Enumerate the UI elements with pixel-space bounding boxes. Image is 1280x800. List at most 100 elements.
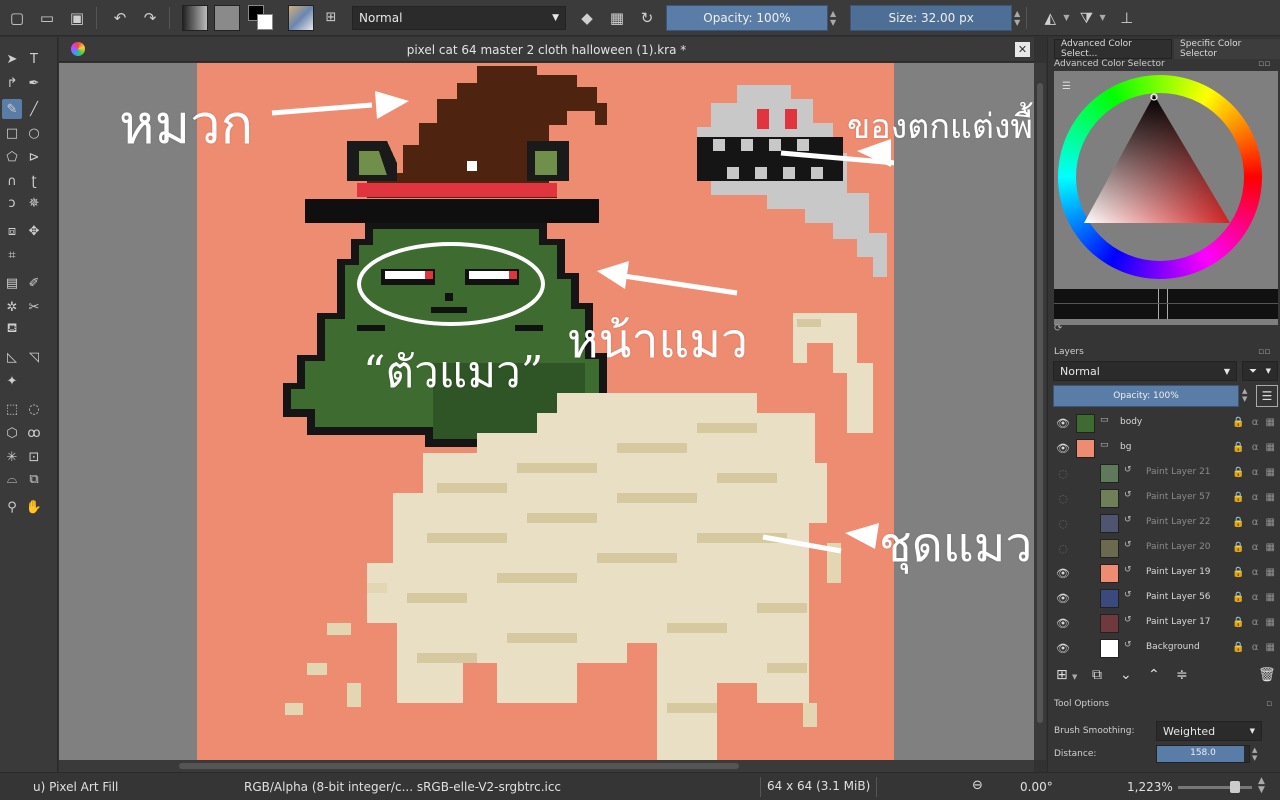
color-profile-status[interactable]: RGB/Alpha (8-bit integer/c... sRGB-elle-… <box>244 780 561 794</box>
polygon-tool-icon[interactable]: ⬠ <box>2 147 22 167</box>
layer-properties-sliders-icon[interactable]: ≑ <box>1176 667 1188 683</box>
freehand-brush-tool-icon[interactable]: ✎ <box>2 99 22 119</box>
zoom-value[interactable]: 1,223% <box>1127 780 1173 794</box>
zoom-slider[interactable] <box>1178 781 1252 793</box>
smart-patch-tool-icon[interactable]: ✂ <box>24 297 44 317</box>
size-slider[interactable]: Size: 32.00 px <box>850 4 1013 31</box>
brush-preset-button[interactable] <box>288 4 314 31</box>
select-shapes-tool-icon[interactable]: ➤ <box>2 49 22 69</box>
move-layer-up-icon[interactable]: ⌃ <box>1148 667 1160 683</box>
panel-float-close-icon[interactable]: ▫▫ <box>1258 59 1270 69</box>
size-stepper-icon[interactable]: ▲ ▼ <box>1014 9 1020 27</box>
transform-tool-icon[interactable]: ⧈ <box>2 221 22 241</box>
layer-filter-button[interactable]: ⏷ ▼ <box>1242 361 1278 381</box>
eye-visible-icon[interactable]: 👁 <box>1056 416 1070 430</box>
horizontal-scrollbar[interactable] <box>59 760 1034 772</box>
mirror-dropdown-icon[interactable]: ▼ <box>1063 13 1069 22</box>
duplicate-layer-icon[interactable]: ⧉ <box>1092 667 1102 683</box>
eye-visible-icon[interactable]: 👁 <box>1056 441 1070 455</box>
layer-opacity-stepper-icon[interactable]: ▲ ▼ <box>1242 387 1247 403</box>
move-tool-icon[interactable]: ✥ <box>24 221 44 241</box>
wrap-around-icon[interactable]: ⊥ <box>1114 5 1140 31</box>
similar-selection-tool-icon[interactable]: ⊡ <box>24 447 44 467</box>
tab-specific-color-selector[interactable]: Specific Color Selector <box>1174 39 1280 59</box>
eye-visible-icon[interactable]: 👁 <box>1056 566 1070 580</box>
eye-visible-icon[interactable]: 👁 <box>1056 616 1070 630</box>
reference-images-tool-icon[interactable]: ✦ <box>2 371 22 391</box>
canvas[interactable]: หมวก ของตกแต่งพื้นหลัง หน้าแมว “ตัวแมว” … <box>59 63 1034 760</box>
rotation-reset-icon[interactable]: ⊖ <box>972 778 983 793</box>
freehand-path-tool-icon[interactable]: ʈ <box>24 171 44 191</box>
polygonal-selection-tool-icon[interactable]: ⬡ <box>2 423 22 443</box>
layer-row[interactable]: 👁 ↺ Paint Layer 56 🔒 α ▦ <box>1048 586 1280 611</box>
layer-blend-mode-select[interactable]: Normal ▼ <box>1053 361 1237 381</box>
layer-lock-alpha-icons[interactable]: 🔒 α ▦ <box>1232 567 1277 578</box>
crop-tool-icon[interactable]: ⌗ <box>2 245 22 265</box>
layer-row[interactable]: ◌ ↺ Paint Layer 22 🔒 α ▦ <box>1048 511 1280 536</box>
undo-icon[interactable]: ↶ <box>107 5 133 31</box>
grid-presets-icon[interactable]: ⊞ <box>318 5 344 31</box>
eye-hidden-icon[interactable]: ◌ <box>1056 491 1070 505</box>
layer-lock-alpha-icons[interactable]: 🔒 α ▦ <box>1232 517 1277 528</box>
color-selector-menu-icon[interactable]: ☰ <box>1062 81 1071 92</box>
assistant-tool-icon[interactable]: ◺ <box>2 347 22 367</box>
background-color-swatch[interactable] <box>257 13 273 30</box>
zoom-slider-handle[interactable] <box>1230 781 1240 793</box>
fg-bg-color-button[interactable] <box>248 4 274 31</box>
move-layer-down-icon[interactable]: ⌄ <box>1120 667 1132 683</box>
eraser-icon[interactable]: ◆ <box>574 5 600 31</box>
opacity-stepper-icon[interactable]: ▲ ▼ <box>830 9 836 27</box>
bezier-tool-icon[interactable]: ∩ <box>2 171 22 191</box>
document-tab[interactable]: pixel cat 64 master 2 cloth halloween (1… <box>59 37 1034 62</box>
freehand-selection-tool-icon[interactable]: ꝏ <box>24 423 44 443</box>
layer-row[interactable]: ◌ ↺ Paint Layer 57 🔒 α ▦ <box>1048 486 1280 511</box>
layer-row[interactable]: 👁 ↺ Paint Layer 19 🔒 α ▦ <box>1048 561 1280 586</box>
elliptical-selection-tool-icon[interactable]: ◌ <box>24 399 44 419</box>
rectangular-selection-tool-icon[interactable]: ⬚ <box>2 399 22 419</box>
vertical-scroll-thumb[interactable] <box>1037 83 1043 723</box>
layer-lock-alpha-icons[interactable]: 🔒 α ▦ <box>1232 417 1277 428</box>
save-icon[interactable]: ▣ <box>64 5 90 31</box>
zoom-tool-icon[interactable]: ⚲ <box>2 497 22 517</box>
eye-visible-icon[interactable]: 👁 <box>1056 591 1070 605</box>
horizontal-scroll-thumb[interactable] <box>179 763 739 769</box>
color-selector-area[interactable]: ☰ <box>1054 71 1278 325</box>
distance-stepper-icon[interactable]: ▲ ▼ <box>1252 746 1257 762</box>
bezier-selection-tool-icon[interactable]: ⌓ <box>2 469 22 489</box>
rotation-value[interactable]: 0.00° <box>1020 780 1053 794</box>
layer-lock-alpha-icons[interactable]: 🔒 α ▦ <box>1232 492 1277 503</box>
layer-lock-alpha-icons[interactable]: 🔒 α ▦ <box>1232 542 1277 553</box>
layer-opacity-slider[interactable]: Opacity: 100% <box>1053 385 1239 407</box>
layer-lock-alpha-icons[interactable]: 🔒 α ▦ <box>1232 592 1277 603</box>
mirror-vertical-icon[interactable]: ⧩ <box>1073 5 1099 31</box>
zoom-stepper-icon[interactable]: ▲ ▼ <box>1258 777 1265 795</box>
calligraphy-tool-icon[interactable]: ✒ <box>24 73 44 93</box>
layer-lock-alpha-icons[interactable]: 🔒 α ▦ <box>1232 442 1277 453</box>
reload-preset-icon[interactable]: ↻ <box>634 5 660 31</box>
mirror-dropdown-icon[interactable]: ▼ <box>1099 13 1105 22</box>
eye-visible-icon[interactable]: 👁 <box>1056 641 1070 655</box>
new-document-icon[interactable]: ▢ <box>4 5 30 31</box>
gradient-tool-icon[interactable]: ▤ <box>2 273 22 293</box>
blend-mode-select[interactable]: Normal ▼ <box>352 5 566 30</box>
multibrush-tool-icon[interactable]: ✵ <box>24 193 44 213</box>
layer-row[interactable]: 👁 ▭ body 🔒 α ▦ <box>1048 411 1280 436</box>
color-history-bar[interactable] <box>1054 289 1278 319</box>
layer-lock-alpha-icons[interactable]: 🔒 α ▦ <box>1232 467 1277 478</box>
layer-row[interactable]: ◌ ↺ Paint Layer 20 🔒 α ▦ <box>1048 536 1280 561</box>
ellipse-tool-icon[interactable]: ○ <box>24 123 44 143</box>
dynamic-brush-tool-icon[interactable]: ↄ <box>2 193 22 213</box>
contiguous-selection-tool-icon[interactable]: ✳ <box>2 447 22 467</box>
distance-slider[interactable]: 158.0 <box>1156 745 1250 763</box>
tab-advanced-color-selector[interactable]: Advanced Color Select... <box>1054 39 1172 59</box>
add-layer-icon[interactable]: ⊞ <box>1056 667 1068 683</box>
alpha-lock-icon[interactable]: ▦ <box>604 5 630 31</box>
fill-tool-icon[interactable]: ⛾ <box>2 319 22 339</box>
rectangle-tool-icon[interactable]: □ <box>2 123 22 143</box>
colorize-mask-tool-icon[interactable]: ✲ <box>2 297 22 317</box>
edit-shapes-tool-icon[interactable]: ↱ <box>2 73 22 93</box>
eye-hidden-icon[interactable]: ◌ <box>1056 516 1070 530</box>
layers-float-close-icon[interactable]: ▫▫ <box>1258 347 1270 357</box>
vertical-scrollbar[interactable] <box>1034 63 1046 760</box>
mirror-horizontal-icon[interactable]: ◭ <box>1037 5 1063 31</box>
